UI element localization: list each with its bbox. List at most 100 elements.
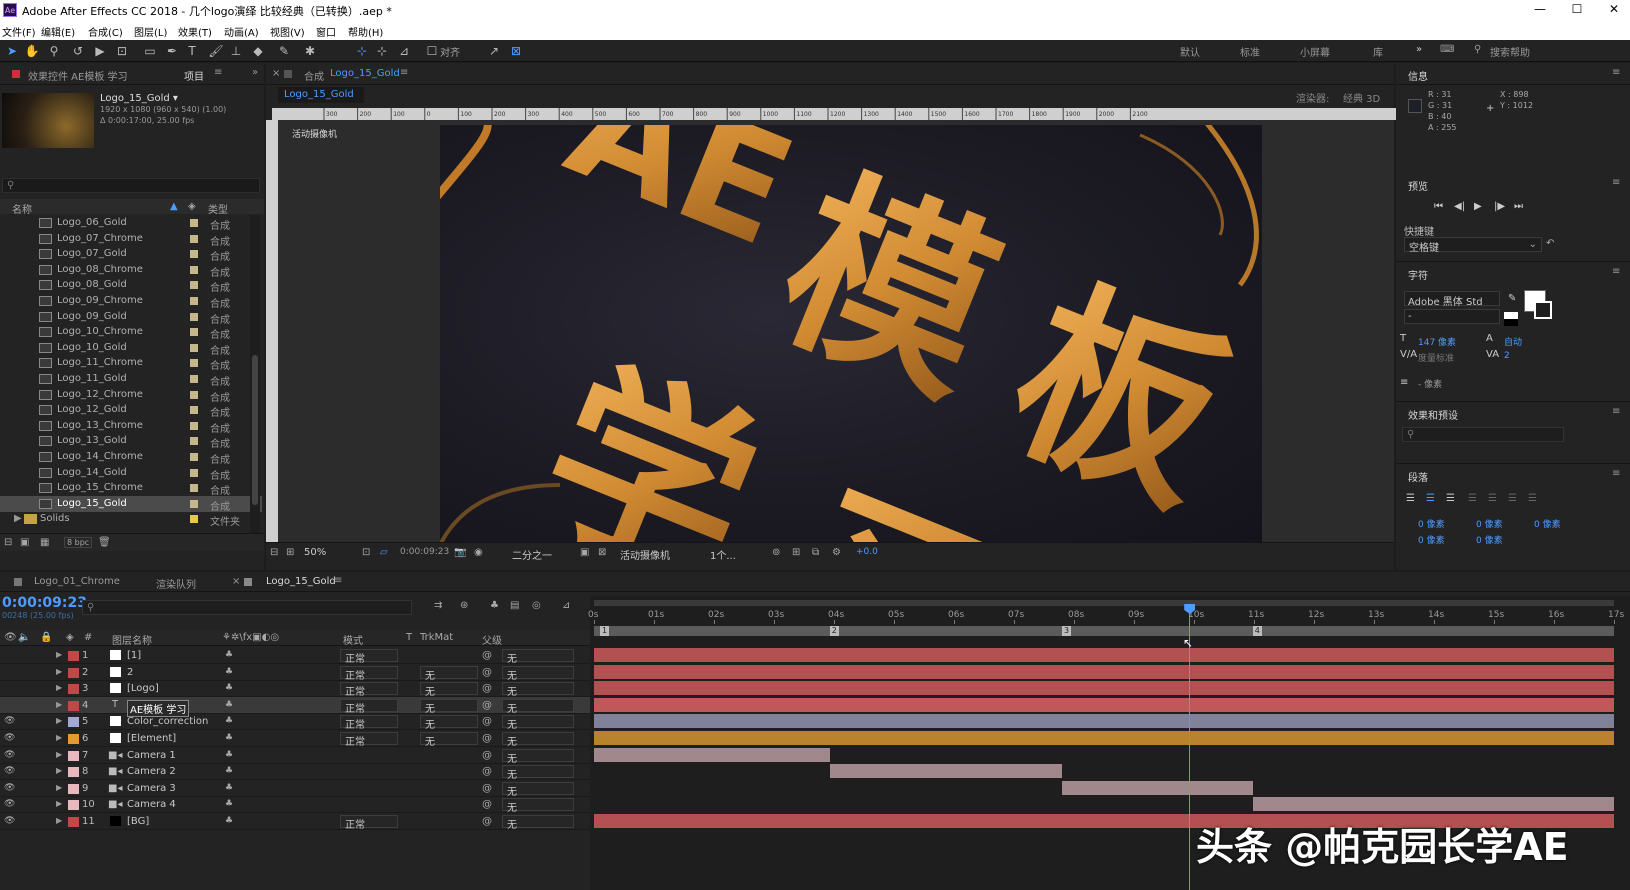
layer-name[interactable]: 2 <box>127 667 133 678</box>
layer-name[interactable]: Camera 2 <box>127 766 176 777</box>
menu-file[interactable]: 文件(F) <box>2 24 36 39</box>
minimize-button[interactable]: — <box>1526 2 1554 16</box>
visibility-eye-icon[interactable]: 👁 <box>4 816 15 826</box>
parent-pickwhip-icon[interactable]: @ <box>482 700 492 711</box>
label-swatch[interactable] <box>190 328 198 337</box>
layer-duration-bar[interactable] <box>594 747 830 762</box>
layer-row[interactable]: 👁 ▶ 7 ■◂ Camera 1 ♣ @ 无 <box>0 747 590 765</box>
label-swatch[interactable] <box>190 281 198 290</box>
menu-help[interactable]: 帮助(H) <box>348 24 383 39</box>
interpret-footage-icon[interactable]: ⊟ <box>4 537 12 548</box>
label-swatch[interactable] <box>190 406 198 415</box>
layer-switches[interactable]: ♣ <box>225 700 233 710</box>
align-right-icon[interactable]: ☰ <box>1446 493 1455 504</box>
layer-row[interactable]: ▶ 4 T AE模板 学习 ♣ 正常无 @ 无 <box>0 696 590 717</box>
label-swatch[interactable] <box>190 437 198 446</box>
snap-edge-icon[interactable]: ↗ <box>486 43 502 59</box>
delete-icon[interactable]: 🗑 <box>98 537 111 548</box>
new-comp-icon[interactable]: ▦ <box>40 537 49 548</box>
layer-duration-bar[interactable] <box>594 681 1614 696</box>
stroke-color-swatch[interactable] <box>1534 301 1552 319</box>
tab-logo-15-gold[interactable]: Logo_15_Gold <box>266 576 336 587</box>
layer-row[interactable]: 👁 ▶ 6 [Element] ♣ 正常无 @ 无 <box>0 730 590 748</box>
av-features-icon[interactable]: 👁 <box>4 632 17 643</box>
rotate-tool-icon[interactable]: ↺ <box>70 43 86 59</box>
view-layout-dropdown[interactable]: 1个... <box>710 547 736 562</box>
layer-duration-bar[interactable] <box>594 664 1614 679</box>
visibility-eye-icon[interactable]: 👁 <box>4 716 15 726</box>
layer-switches[interactable]: ♣ <box>225 650 233 660</box>
layer-switches[interactable]: ♣ <box>225 733 233 743</box>
expand-triangle-icon[interactable]: ▶ <box>56 700 62 709</box>
parent-pickwhip-icon[interactable]: @ <box>482 799 492 810</box>
stroke-width-value[interactable]: - 像素 <box>1418 377 1442 390</box>
layer-label-color[interactable] <box>68 817 79 827</box>
layer-label-color[interactable] <box>68 651 79 661</box>
comp-marker[interactable]: 1 <box>600 626 610 636</box>
motion-blur-icon[interactable]: ◎ <box>532 600 541 611</box>
horizontal-ruler[interactable]: 300 200 100 0 100 200 300 400 500 600 700 800 900 100… <box>272 108 1398 120</box>
pan-behind-tool-icon[interactable]: ⊡ <box>114 43 130 59</box>
label-swatch[interactable] <box>190 421 198 430</box>
fit-icon[interactable]: ⊡ <box>362 547 370 558</box>
project-item[interactable]: Logo_07_Gold 合成 <box>0 246 262 263</box>
comp-tab-name[interactable]: Logo_15_Gold <box>330 68 400 79</box>
expand-triangle-icon[interactable]: ▶ <box>56 799 62 808</box>
label-swatch[interactable] <box>190 468 198 477</box>
menu-composition[interactable]: 合成(C) <box>88 24 123 39</box>
comp-name-label[interactable]: Logo_15_Gold ▾ <box>100 93 178 104</box>
viewer-timecode[interactable]: 0:00:09:23 <box>400 547 449 557</box>
indent-left-value[interactable]: 0 像素 <box>1418 517 1445 530</box>
comp-marker[interactable]: 4 <box>1252 626 1262 636</box>
maximize-button[interactable]: ☐ <box>1563 2 1591 16</box>
label-swatch[interactable] <box>190 515 198 524</box>
search-help-input[interactable]: 搜索帮助 <box>1490 44 1530 59</box>
layer-name[interactable]: [Logo] <box>127 683 159 694</box>
space-before-value[interactable]: 0 像素 <box>1418 533 1445 546</box>
layer-label-color[interactable] <box>68 734 79 744</box>
col-mode[interactable]: 模式 <box>343 632 363 647</box>
frame-blending-icon[interactable]: ▤ <box>510 600 519 611</box>
label-swatch[interactable] <box>190 297 198 305</box>
breadcrumb-label[interactable]: Logo_15_Gold <box>284 89 354 100</box>
project-item[interactable]: Logo_15_Gold 合成 <box>0 495 262 513</box>
preview-panel-title[interactable]: 预览 <box>1408 178 1428 193</box>
layer-switches[interactable]: ♣ <box>225 816 233 826</box>
layer-duration-bar[interactable] <box>594 731 1614 745</box>
layer-switches[interactable]: ♣ <box>225 750 233 760</box>
flowchart-icon[interactable]: ⧉ <box>812 547 819 558</box>
project-item[interactable]: Logo_11_Chrome 合成 <box>0 355 262 372</box>
label-swatch[interactable] <box>190 234 198 243</box>
lock-icon[interactable]: 🔒 <box>40 632 52 643</box>
layer-label-color[interactable] <box>68 800 79 811</box>
project-item[interactable]: Logo_09_Gold 合成 <box>0 309 262 326</box>
white-swatch[interactable] <box>1504 312 1518 319</box>
project-item[interactable]: Logo_14_Chrome 合成 <box>0 449 262 466</box>
tracking-value[interactable]: 2 <box>1504 351 1510 361</box>
layer-switches[interactable]: ♣ <box>225 783 233 793</box>
renderer-value[interactable]: 经典 3D <box>1343 90 1380 105</box>
layer-label-color[interactable] <box>68 783 79 794</box>
label-swatch[interactable] <box>190 219 198 227</box>
transparency-grid-icon[interactable]: ▣ <box>580 547 589 558</box>
layer-name[interactable]: Camera 4 <box>127 799 176 810</box>
snapshot-icon[interactable]: 📷 <box>454 547 466 558</box>
align-center-icon[interactable]: ☰ <box>1426 493 1435 504</box>
layer-name[interactable]: [Element] <box>127 733 176 744</box>
parent-pickwhip-icon[interactable]: @ <box>482 667 492 678</box>
tab-render-queue[interactable]: 渲染队列 <box>156 576 196 591</box>
parent-pickwhip-icon[interactable]: @ <box>482 816 492 827</box>
comp-breadcrumb[interactable]: Logo_15_Gold <box>278 87 364 103</box>
label-column-icon[interactable]: ◈ <box>188 201 196 212</box>
comp-marker[interactable]: 3 <box>1062 626 1072 636</box>
expand-triangle-icon[interactable]: ▶ <box>56 733 62 742</box>
3d-view-icon[interactable]: ⊞ <box>792 547 800 558</box>
space-after-value[interactable]: 0 像素 <box>1476 533 1503 546</box>
tab-logo-01-chrome[interactable]: Logo_01_Chrome <box>34 576 120 587</box>
layer-duration-bar[interactable] <box>594 648 1614 662</box>
snap-feature-icon[interactable]: ⊠ <box>508 43 524 59</box>
pen-tool-icon[interactable]: ✒ <box>164 43 180 59</box>
project-search-input[interactable]: ⚲ <box>2 178 260 193</box>
layer-label-color[interactable] <box>68 700 79 711</box>
camera-view-dropdown[interactable]: 活动摄像机 <box>620 547 670 562</box>
